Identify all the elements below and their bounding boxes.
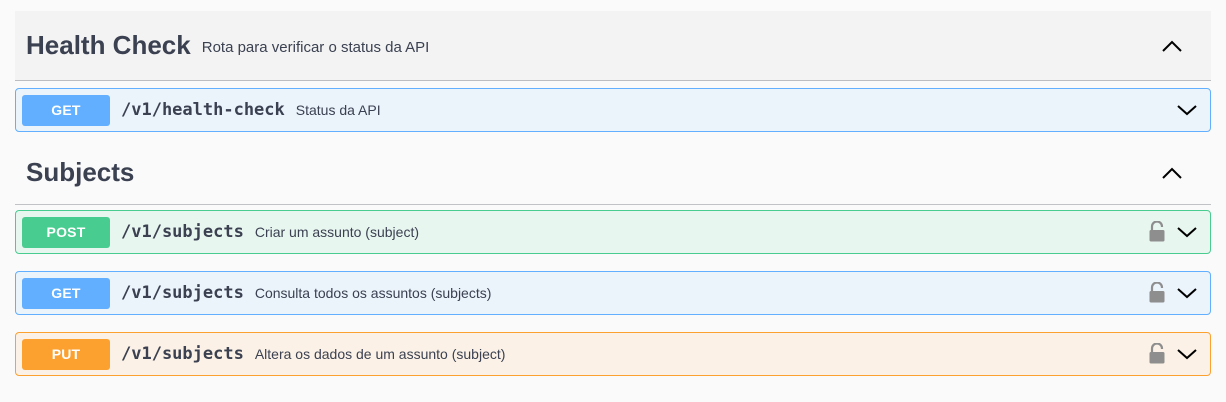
operation-path: /v1/health-check xyxy=(121,100,285,120)
chevron-down-icon[interactable] xyxy=(1177,348,1197,360)
method-badge: PUT xyxy=(22,338,110,370)
swagger-operations-page: Health Check Rota para verificar o statu… xyxy=(0,0,1226,402)
chevron-down-icon[interactable] xyxy=(1177,287,1197,299)
method-badge: POST xyxy=(22,216,110,248)
operation-summary: Status da API xyxy=(295,102,381,118)
operation-get-subjects[interactable]: GET /v1/subjects Consulta todos os assun… xyxy=(15,271,1211,315)
operation-summary: Consulta todos os assuntos (subjects) xyxy=(254,285,492,301)
unlocked-padlock-icon[interactable] xyxy=(1149,282,1165,303)
chevron-down-icon[interactable] xyxy=(1177,226,1197,238)
tag-header-subjects[interactable]: Subjects xyxy=(15,141,1211,205)
operation-path: /v1/subjects xyxy=(121,222,244,242)
tag-section-subjects: Subjects xyxy=(15,141,1211,205)
tag-description: Rota para verificar o status da API xyxy=(201,39,430,56)
tag-title: Health Check xyxy=(26,30,191,60)
operation-post-subjects[interactable]: POST /v1/subjects Criar um assunto (subj… xyxy=(15,210,1211,254)
operation-path: /v1/subjects xyxy=(121,283,244,303)
unlocked-padlock-icon[interactable] xyxy=(1149,343,1165,364)
operation-summary: Altera os dados de um assunto (subject) xyxy=(254,346,506,362)
operation-get-health-check[interactable]: GET /v1/health-check Status da API xyxy=(15,88,1211,132)
tag-title: Subjects xyxy=(26,157,135,187)
operation-path: /v1/subjects xyxy=(121,344,244,364)
tag-header-health-check[interactable]: Health Check Rota para verificar o statu… xyxy=(15,11,1211,81)
chevron-up-icon[interactable] xyxy=(1161,39,1183,53)
unlocked-padlock-icon[interactable] xyxy=(1149,221,1165,242)
chevron-up-icon[interactable] xyxy=(1161,166,1183,180)
operation-put-subjects[interactable]: PUT /v1/subjects Altera os dados de um a… xyxy=(15,332,1211,376)
chevron-down-icon[interactable] xyxy=(1177,104,1197,116)
operation-summary: Criar um assunto (subject) xyxy=(254,224,419,240)
method-badge: GET xyxy=(22,277,110,309)
method-badge: GET xyxy=(22,94,110,126)
tag-section-health-check: Health Check Rota para verificar o statu… xyxy=(15,11,1211,81)
